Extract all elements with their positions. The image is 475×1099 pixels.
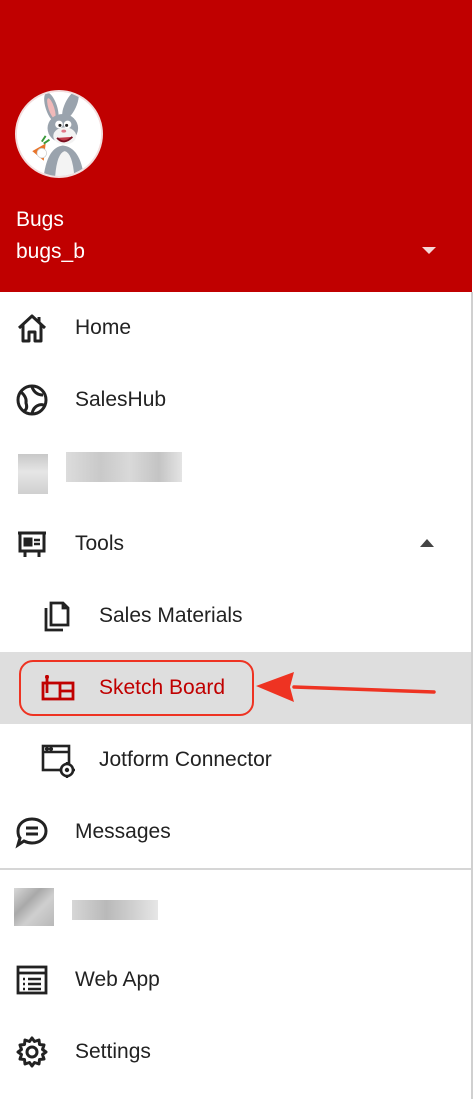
nav-item-home[interactable]: Home xyxy=(0,292,471,364)
nav-item-sketch-board[interactable]: Sketch Board xyxy=(0,652,471,724)
message-icon xyxy=(14,814,50,850)
globe-icon xyxy=(14,382,50,418)
nav-item-jotform-connector[interactable]: Jotform Connector xyxy=(0,724,471,796)
copy-icon xyxy=(40,598,76,634)
form-settings-icon xyxy=(40,742,76,778)
account-dropdown-toggle[interactable] xyxy=(414,240,444,260)
nav-item-label: Sketch Board xyxy=(99,676,226,699)
nav-item-web-app[interactable]: Web App xyxy=(0,944,471,1016)
nav-item-label: SalesHub xyxy=(75,388,167,411)
nav-item-label: Jotform Connector xyxy=(99,748,272,771)
nav-item-label: Settings xyxy=(75,1040,151,1063)
nav-item-sales-materials[interactable]: Sales Materials xyxy=(0,580,471,652)
nav-item-saleshub[interactable]: SalesHub xyxy=(0,364,471,436)
nav-item-label: Tools xyxy=(75,532,125,555)
nav-item-messages[interactable]: Messages xyxy=(0,796,471,868)
home-icon xyxy=(14,310,50,346)
sketch-board-icon xyxy=(40,670,76,706)
chevron-up-icon[interactable] xyxy=(420,539,434,547)
gear-icon xyxy=(14,1034,50,1070)
browser-list-icon xyxy=(14,962,50,998)
nav-item-redacted-2[interactable] xyxy=(0,872,471,944)
presentation-icon xyxy=(14,526,50,562)
menu-divider xyxy=(0,868,471,870)
nav-item-label: Home xyxy=(75,316,132,339)
chevron-down-icon xyxy=(422,246,436,254)
user-name: Bugs xyxy=(16,208,64,231)
profile-header: Bugs bugs_b xyxy=(0,0,472,292)
redacted-icon xyxy=(14,888,54,926)
drawer-edge xyxy=(471,292,473,1099)
nav-item-redacted[interactable] xyxy=(0,436,471,508)
nav-item-label: Web App xyxy=(75,968,160,991)
nav-item-settings[interactable]: Settings xyxy=(0,1016,471,1088)
nav-item-tools[interactable]: Tools xyxy=(0,508,471,580)
redacted-label xyxy=(66,452,182,482)
redacted-icon xyxy=(18,454,48,494)
nav-item-label: Messages xyxy=(75,820,171,843)
avatar[interactable] xyxy=(15,90,103,178)
redacted-label xyxy=(72,900,158,920)
nav-item-label: Sales Materials xyxy=(99,604,243,627)
user-handle: bugs_b xyxy=(16,240,85,263)
bugs-bunny-avatar-icon xyxy=(17,92,101,176)
